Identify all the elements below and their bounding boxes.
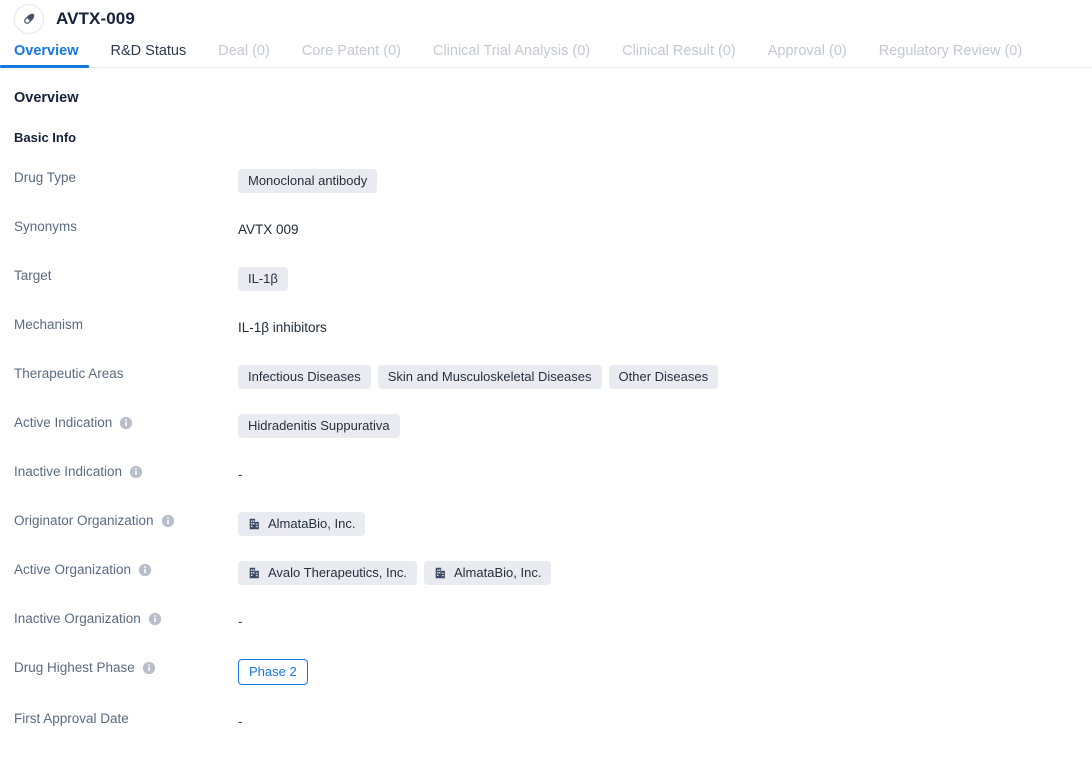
page-header: AVTX-009 — [0, 0, 1092, 34]
value-inactive-organization: - — [238, 614, 243, 629]
field-label-active-organization: Active Organization — [14, 559, 238, 578]
chip-drug-type[interactable]: Monoclonal antibody — [238, 169, 378, 193]
chip-organization[interactable]: AlmataBio, Inc. — [238, 512, 366, 536]
field-row-active-organization: Active Organization Avalo Therapeutics, … — [14, 559, 1092, 585]
field-value-therapeutic-areas: Infectious Diseases Skin and Musculoskel… — [238, 363, 719, 389]
field-label-first-approval-date: First Approval Date — [14, 708, 238, 727]
tab-clinical-result[interactable]: Clinical Result (0) — [606, 43, 752, 68]
tab-clinical-trial-analysis[interactable]: Clinical Trial Analysis (0) — [417, 43, 606, 68]
field-label-active-indication: Active Indication — [14, 412, 238, 431]
field-label-text: Therapeutic Areas — [14, 366, 124, 381]
overview-panel: Overview Basic Info Drug Type Monoclonal… — [0, 68, 1092, 734]
tab-approval[interactable]: Approval (0) — [752, 43, 863, 68]
field-label-text: Originator Organization — [14, 513, 154, 528]
tab-deal[interactable]: Deal (0) — [202, 43, 286, 68]
tab-rd-status[interactable]: R&D Status — [95, 43, 203, 68]
value-first-approval-date: - — [238, 714, 243, 729]
pill-icon — [24, 13, 35, 24]
field-value-drug-highest-phase: Phase 2 — [238, 657, 308, 685]
subsection-title-basic-info: Basic Info — [14, 130, 77, 145]
building-icon — [249, 567, 259, 579]
field-row-originator-organization: Originator Organization AlmataBio, Inc. — [14, 510, 1092, 536]
field-value-target: IL-1β — [238, 265, 288, 291]
field-label-inactive-organization: Inactive Organization — [14, 608, 238, 627]
field-value-originator-organization: AlmataBio, Inc. — [238, 510, 366, 536]
field-label-text: Mechanism — [14, 317, 84, 332]
field-row-drug-highest-phase: Drug Highest Phase Phase 2 — [14, 657, 1092, 685]
field-label-text: Active Indication — [14, 415, 113, 430]
field-row-inactive-indication: Inactive Indication - — [14, 461, 1092, 487]
tab-regulatory-review[interactable]: Regulatory Review (0) — [863, 43, 1038, 68]
field-value-inactive-indication: - — [238, 461, 243, 487]
status-badge-phase[interactable]: Phase 2 — [238, 659, 308, 685]
field-label-text: Drug Highest Phase — [14, 660, 135, 675]
field-row-mechanism: Mechanism IL-1β inhibitors — [14, 314, 1092, 340]
field-label-target: Target — [14, 265, 238, 284]
info-icon[interactable] — [138, 563, 152, 577]
field-label-drug-type: Drug Type — [14, 167, 238, 186]
chip-organization-label: AlmataBio, Inc. — [268, 516, 356, 531]
field-label-text: Active Organization — [14, 562, 132, 577]
tab-overview[interactable]: Overview — [0, 43, 95, 68]
info-icon[interactable] — [119, 416, 133, 430]
field-label-text: Drug Type — [14, 170, 77, 185]
field-row-therapeutic-areas: Therapeutic Areas Infectious Diseases Sk… — [14, 363, 1092, 389]
field-row-first-approval-date: First Approval Date - — [14, 708, 1092, 734]
field-value-mechanism: IL-1β inhibitors — [238, 314, 327, 340]
field-row-target: Target IL-1β — [14, 265, 1092, 291]
value-mechanism: IL-1β inhibitors — [238, 320, 327, 335]
info-icon[interactable] — [161, 514, 175, 528]
field-label-synonyms: Synonyms — [14, 216, 238, 235]
field-value-synonyms: AVTX 009 — [238, 216, 299, 242]
chip-target[interactable]: IL-1β — [238, 267, 288, 291]
building-icon — [249, 518, 259, 530]
field-value-drug-type: Monoclonal antibody — [238, 167, 378, 193]
chip-organization-label: Avalo Therapeutics, Inc. — [268, 565, 407, 580]
tab-bar: Overview R&D Status Deal (0) Core Patent… — [0, 34, 1092, 68]
field-label-drug-highest-phase: Drug Highest Phase — [14, 657, 238, 676]
value-inactive-indication: - — [238, 467, 243, 482]
field-row-active-indication: Active Indication Hidradenitis Suppurati… — [14, 412, 1092, 438]
field-label-text: Target — [14, 268, 52, 283]
field-label-text: Inactive Organization — [14, 611, 141, 626]
field-value-first-approval-date: - — [238, 708, 243, 734]
chip-therapeutic-area[interactable]: Infectious Diseases — [238, 365, 371, 389]
info-icon[interactable] — [148, 612, 162, 626]
field-label-originator-organization: Originator Organization — [14, 510, 238, 529]
field-label-therapeutic-areas: Therapeutic Areas — [14, 363, 238, 382]
field-value-inactive-organization: - — [238, 608, 243, 634]
field-label-mechanism: Mechanism — [14, 314, 238, 333]
chip-organization[interactable]: Avalo Therapeutics, Inc. — [238, 561, 417, 585]
chip-organization-label: AlmataBio, Inc. — [454, 565, 542, 580]
chip-organization[interactable]: AlmataBio, Inc. — [424, 561, 552, 585]
field-row-inactive-organization: Inactive Organization - — [14, 608, 1092, 634]
field-label-text: Inactive Indication — [14, 464, 123, 479]
chip-active-indication[interactable]: Hidradenitis Suppurativa — [238, 414, 400, 438]
section-title: Overview — [14, 90, 79, 106]
field-label-text: First Approval Date — [14, 711, 129, 726]
chip-therapeutic-area[interactable]: Other Diseases — [608, 365, 719, 389]
building-icon — [435, 567, 445, 579]
field-row-synonyms: Synonyms AVTX 009 — [14, 216, 1092, 242]
page-title: AVTX-009 — [56, 9, 135, 28]
field-value-active-indication: Hidradenitis Suppurativa — [238, 412, 400, 438]
tab-core-patent[interactable]: Core Patent (0) — [286, 43, 417, 68]
info-icon[interactable] — [129, 465, 143, 479]
value-synonyms: AVTX 009 — [238, 222, 299, 237]
field-label-text: Synonyms — [14, 219, 78, 234]
drug-avatar — [14, 4, 44, 34]
field-label-inactive-indication: Inactive Indication — [14, 461, 238, 480]
chip-therapeutic-area[interactable]: Skin and Musculoskeletal Diseases — [377, 365, 602, 389]
field-value-active-organization: Avalo Therapeutics, Inc. AlmataBio, Inc. — [238, 559, 552, 585]
info-icon[interactable] — [142, 661, 156, 675]
field-row-drug-type: Drug Type Monoclonal antibody — [14, 167, 1092, 193]
